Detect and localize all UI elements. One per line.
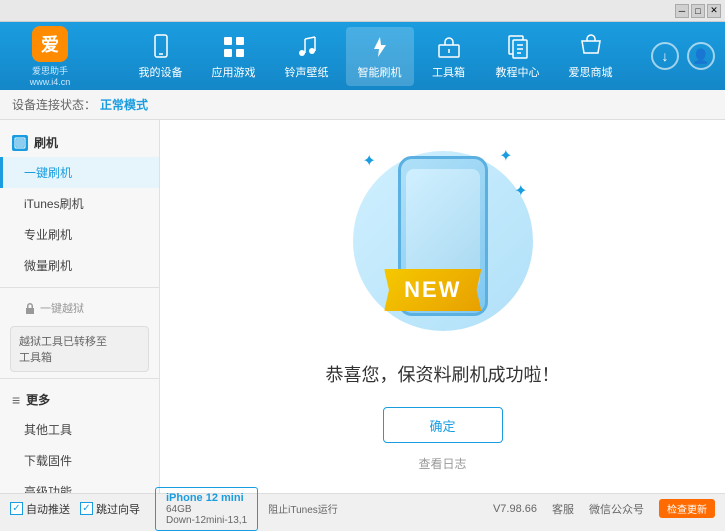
sidebar-divider-2 [0, 378, 159, 379]
sidebar-item-other-tools[interactable]: 其他工具 [0, 414, 159, 445]
auto-push-box: ✓ [10, 502, 23, 515]
sidebar-item-pro-flash[interactable]: 专业刷机 [0, 219, 159, 250]
bottom-right: V7.98.66 客服 微信公众号 检查更新 [493, 499, 715, 518]
confirm-button[interactable]: 确定 [383, 407, 503, 443]
user-btn[interactable]: 👤 [687, 42, 715, 70]
more-section-label: 更多 [26, 391, 50, 408]
nav-shop-label: 爱思商城 [569, 64, 613, 80]
sidebar: 刷机 一键刷机 iTunes刷机 专业刷机 微量刷机 一键越狱 越狱工具已转移至… [0, 120, 160, 493]
nav-ringtones[interactable]: 铃声壁纸 [273, 27, 341, 86]
nav-toolbox-label: 工具箱 [432, 64, 465, 80]
toolbox-icon [435, 33, 463, 61]
main-content: 刷机 一键刷机 iTunes刷机 专业刷机 微量刷机 一键越狱 越狱工具已转移至… [0, 120, 725, 493]
my-device-icon [147, 33, 175, 61]
sidebar-divider-1 [0, 287, 159, 288]
logo: 爱 爱思助手 www.i4.cn [10, 26, 90, 87]
sparkle-1-icon: ✦ [363, 151, 376, 171]
logo-name: 爱思助手 [32, 64, 68, 77]
jailbreak-notice-text: 越狱工具已转移至工具箱 [19, 336, 107, 364]
logo-url: www.i4.cn [30, 77, 71, 87]
nav-smart-flash[interactable]: 智能刷机 [346, 27, 414, 86]
skip-wizard-check: ✓ [82, 503, 90, 514]
skip-wizard-label: 跳过向导 [96, 501, 140, 517]
device-info: iPhone 12 mini 64GB Down-12mini-13,1 [155, 487, 258, 531]
new-ribbon: NEW [384, 269, 481, 311]
flash-section-icon [12, 135, 28, 151]
skip-wizard-checkbox[interactable]: ✓ 跳过向导 [80, 501, 140, 517]
nav-toolbox[interactable]: 工具箱 [419, 27, 479, 86]
success-illustration: ✦ ✦ ✦ NEW [343, 141, 543, 341]
smart-flash-icon [366, 33, 394, 61]
nav-my-device[interactable]: 我的设备 [127, 27, 195, 86]
skip-wizard-box: ✓ [80, 502, 93, 515]
itunes-status: 阻止iTunes运行 [268, 501, 338, 516]
device-storage: 64GB [166, 504, 247, 515]
sidebar-section-flash: 刷机 [0, 128, 159, 157]
device-name: iPhone 12 mini [166, 492, 247, 504]
nav-apps-games-label: 应用游戏 [212, 64, 256, 80]
version-text: V7.98.66 [493, 503, 537, 515]
close-btn[interactable]: ✕ [707, 4, 721, 18]
nav-tutorials-label: 教程中心 [496, 64, 540, 80]
minimize-btn[interactable]: ─ [675, 4, 689, 18]
top-nav: 爱 爱思助手 www.i4.cn 我的设备 应用游戏 铃声壁纸 [0, 22, 725, 90]
success-message: 恭喜您，保资料刷机成功啦！ [326, 361, 560, 387]
auto-push-checkbox[interactable]: ✓ 自动推送 [10, 501, 70, 517]
check-update-btn[interactable]: 检查更新 [659, 499, 715, 518]
jailbreak-label: 一键越狱 [40, 300, 84, 316]
sidebar-item-itunes-flash[interactable]: iTunes刷机 [0, 188, 159, 219]
bottom-left: ✓ 自动推送 ✓ 跳过向导 iPhone 12 mini 64GB Down-1… [10, 487, 493, 531]
nav-smart-flash-label: 智能刷机 [358, 64, 402, 80]
sidebar-item-micro-flash[interactable]: 微量刷机 [0, 250, 159, 281]
nav-apps-games[interactable]: 应用游戏 [200, 27, 268, 86]
nav-items: 我的设备 应用游戏 铃声壁纸 智能刷机 工具箱 [100, 27, 651, 86]
auto-push-check: ✓ [12, 503, 20, 514]
bottom-bar: ✓ 自动推送 ✓ 跳过向导 iPhone 12 mini 64GB Down-1… [0, 493, 725, 523]
sidebar-item-download-firmware[interactable]: 下载固件 [0, 445, 159, 476]
logo-char: 爱 [41, 31, 59, 57]
window-controls: ─ □ ✕ [675, 4, 721, 18]
auto-push-label: 自动推送 [26, 501, 70, 517]
view-log-link[interactable]: 查看日志 [418, 455, 466, 472]
center-area: ✦ ✦ ✦ NEW 恭喜您，保资料刷机成功啦！ 确定 查看日志 [160, 120, 725, 493]
nav-tutorials[interactable]: 教程中心 [484, 27, 552, 86]
wechat-public-link[interactable]: 微信公众号 [589, 501, 644, 517]
status-label: 设备连接状态： [12, 96, 96, 113]
apps-games-icon [220, 33, 248, 61]
restore-btn[interactable]: □ [691, 4, 705, 18]
new-badge-text: NEW [404, 277, 461, 302]
title-bar: ─ □ ✕ [0, 0, 725, 22]
device-model: Down-12mini-13,1 [166, 515, 247, 526]
shop-icon [577, 33, 605, 61]
nav-shop[interactable]: 爱思商城 [557, 27, 625, 86]
flash-section-label: 刷机 [34, 134, 58, 151]
sidebar-section-more: ≡ 更多 [0, 385, 159, 414]
sidebar-jailbreak-section: 一键越狱 [0, 294, 159, 322]
jailbreak-notice: 越狱工具已转移至工具箱 [10, 326, 149, 372]
nav-my-device-label: 我的设备 [139, 64, 183, 80]
download-btn[interactable]: ↓ [651, 42, 679, 70]
tutorials-icon [504, 33, 532, 61]
status-value: 正常模式 [100, 96, 148, 113]
logo-icon: 爱 [32, 26, 68, 62]
ringtones-icon [293, 33, 321, 61]
status-bar: 设备连接状态： 正常模式 [0, 90, 725, 120]
sparkle-2-icon: ✦ [499, 146, 512, 166]
sidebar-item-one-click-flash[interactable]: 一键刷机 [0, 157, 159, 188]
customer-service-link[interactable]: 客服 [552, 501, 574, 517]
nav-right: ↓ 👤 [651, 42, 715, 70]
sparkle-3-icon: ✦ [514, 181, 527, 201]
nav-ringtones-label: 铃声壁纸 [285, 64, 329, 80]
